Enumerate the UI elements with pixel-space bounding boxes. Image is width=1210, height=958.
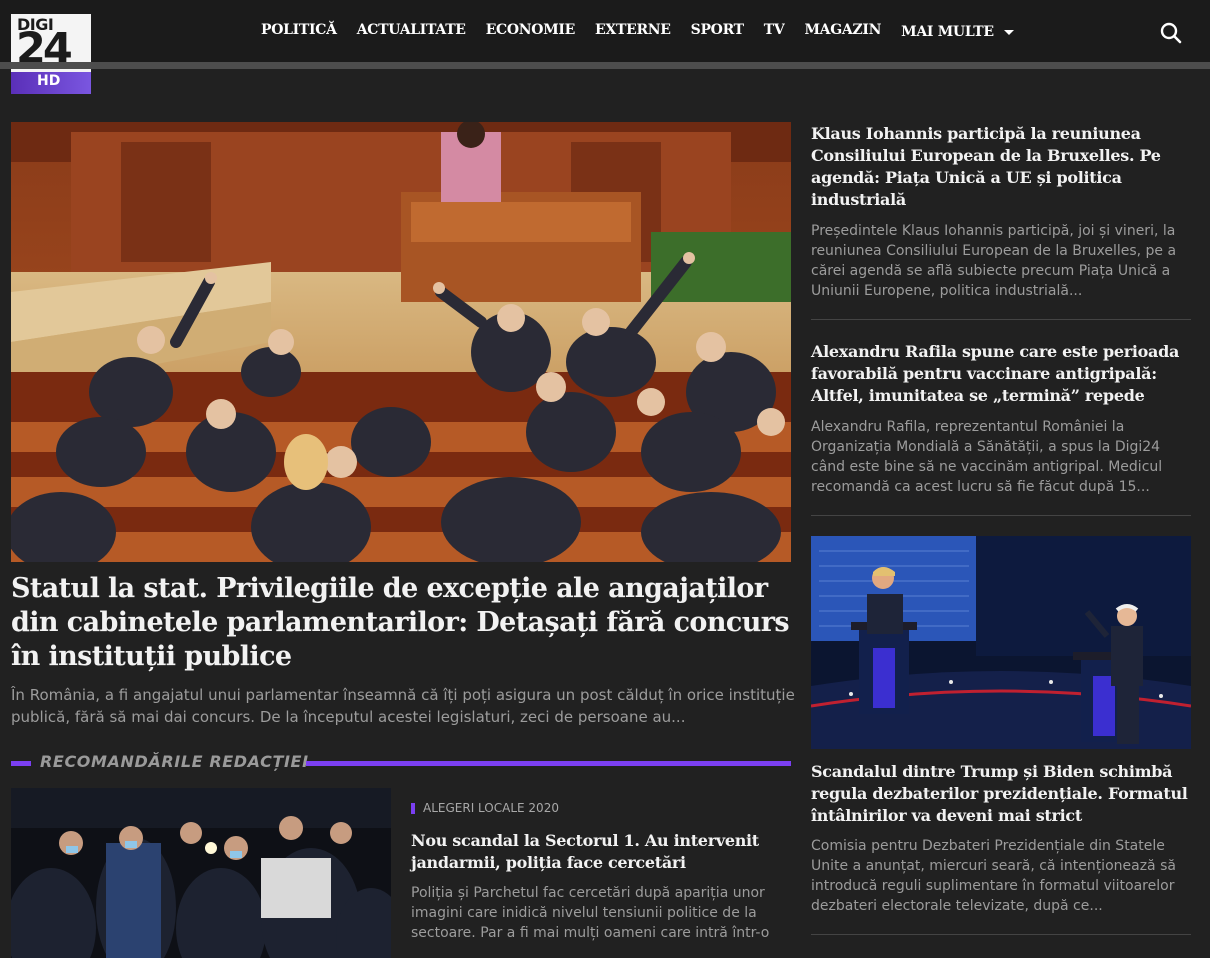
sidebar-article-title[interactable]: Alexandru Rafila spune care este perioad… <box>811 341 1191 407</box>
sidebar-divider <box>811 934 1191 935</box>
nav-item-sport[interactable]: SPORT <box>691 22 744 42</box>
recommendation-image[interactable] <box>11 788 391 958</box>
nav-item-actualitate[interactable]: ACTUALITATE <box>357 22 466 42</box>
header-divider <box>0 62 1210 69</box>
chevron-down-icon <box>1003 29 1014 35</box>
site-header: DIGI 24 HD POLITICĂ ACTUALITATE ECONOMIE… <box>0 0 1210 94</box>
main-article-description: În România, a fi angajatul unui parlamen… <box>11 686 795 726</box>
nav-item-politica[interactable]: POLITICĂ <box>261 22 337 42</box>
nav-item-externe[interactable]: EXTERNE <box>595 22 671 42</box>
heading-accent-right <box>306 761 791 766</box>
sidebar-article-title[interactable]: Klaus Iohannis participă la reuniunea Co… <box>811 123 1191 211</box>
recommendation-description: Poliția și Parchetul fac cercetări după … <box>411 885 770 941</box>
logo-suffix: HD <box>37 73 61 89</box>
site-logo[interactable]: DIGI 24 HD <box>11 14 91 94</box>
recommendations-heading: RECOMANDĂRILE REDACȚIEI <box>11 752 791 774</box>
sidebar-article-title[interactable]: Scandalul dintre Trump și Biden schimbă … <box>811 761 1191 827</box>
nav-item-economie[interactable]: ECONOMIE <box>486 22 576 42</box>
tag-accent-bar <box>411 802 415 814</box>
sidebar-article-image[interactable] <box>811 536 1191 749</box>
recommendations-heading-text: RECOMANDĂRILE REDACȚIEI <box>40 752 309 771</box>
sidebar-divider <box>811 319 1191 320</box>
sidebar-article-description: Alexandru Rafila, reprezentantul Românie… <box>811 419 1163 495</box>
main-article-title[interactable]: Statul la stat. Privilegiile de excepție… <box>11 572 801 674</box>
nav-item-tv[interactable]: TV <box>764 22 785 42</box>
main-nav: POLITICĂ ACTUALITATE ECONOMIE EXTERNE SP… <box>261 22 1034 42</box>
sidebar-article-description: Comisia pentru Dezbateri Prezidențiale d… <box>811 838 1176 914</box>
sidebar-divider <box>811 515 1191 516</box>
tag-label: ALEGERI LOCALE 2020 <box>423 801 559 815</box>
search-icon[interactable] <box>1160 22 1182 44</box>
main-article-image[interactable] <box>11 122 791 562</box>
recommendation-category-tag[interactable]: ALEGERI LOCALE 2020 <box>411 800 559 816</box>
nav-more-label: MAI MULTE <box>901 24 994 40</box>
nav-item-more[interactable]: MAI MULTE <box>901 22 1014 42</box>
nav-item-magazin[interactable]: MAGAZIN <box>804 22 881 42</box>
sidebar-article-description: Președintele Klaus Iohannis participă, j… <box>811 223 1177 299</box>
recommendation-title[interactable]: Nou scandal la Sectorul 1. Au intervenit… <box>411 830 781 874</box>
heading-accent-left <box>11 761 31 766</box>
